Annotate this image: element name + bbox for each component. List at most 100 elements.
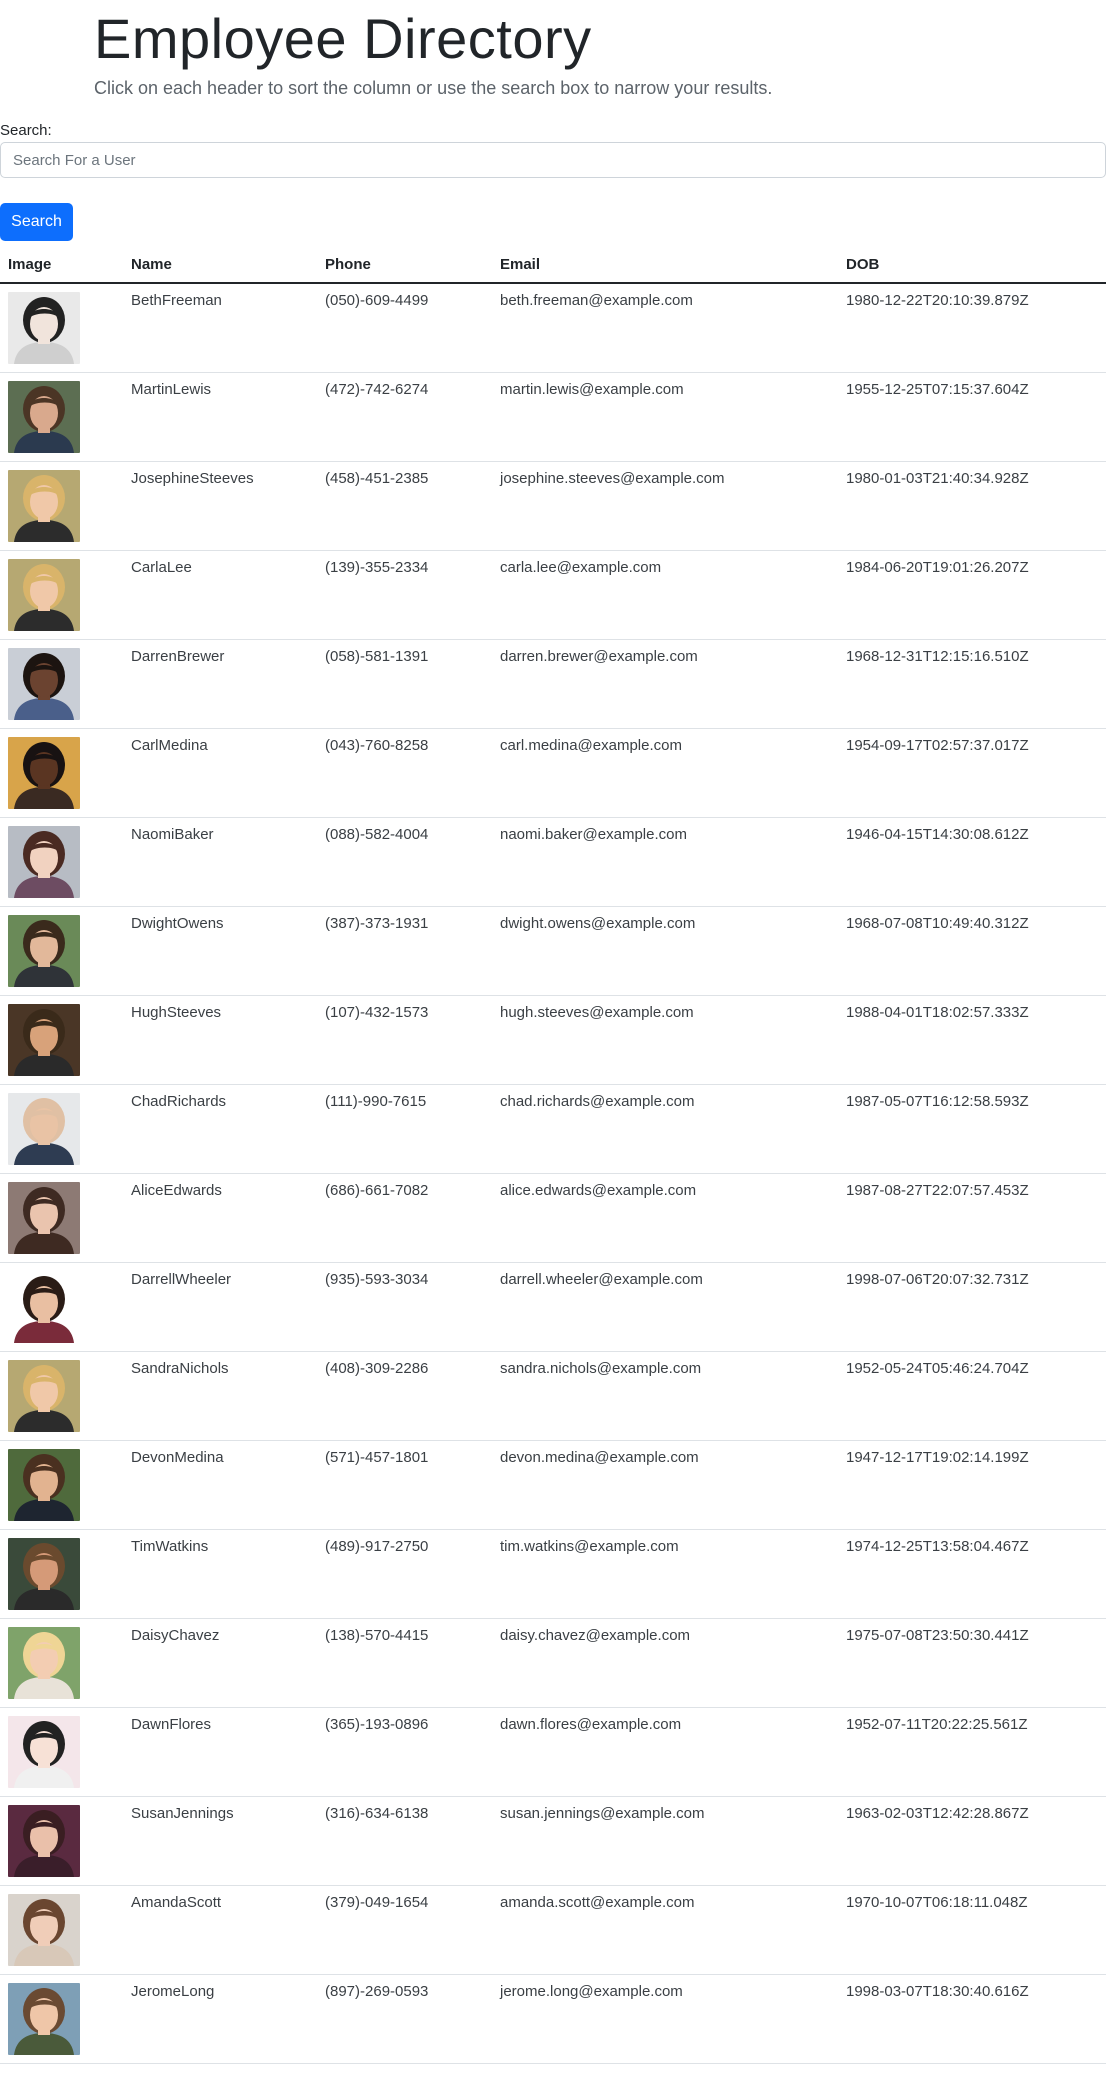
search-input[interactable] — [0, 142, 1106, 178]
avatar — [8, 648, 80, 720]
cell-name: TimWatkins — [123, 1529, 317, 1619]
cell-image — [0, 1173, 123, 1263]
cell-image — [0, 283, 123, 373]
cell-image — [0, 1796, 123, 1886]
cell-email: darrell.wheeler@example.com — [492, 1262, 838, 1352]
cell-image — [0, 1974, 123, 2064]
column-header-phone[interactable]: Phone — [317, 247, 492, 284]
column-header-image[interactable]: Image — [0, 247, 123, 284]
cell-image — [0, 461, 123, 551]
cell-email: dawn.flores@example.com — [492, 1707, 838, 1797]
cell-phone: (379)-049-1654 — [317, 1885, 492, 1975]
table-row: AmandaScott (379)-049-1654 amanda.scott@ex… — [0, 1885, 1106, 1975]
cell-name: CarlaLee — [123, 550, 317, 640]
cell-dob: 1968-07-08T10:49:40.312Z — [838, 906, 1106, 996]
cell-phone: (458)-451-2385 — [317, 461, 492, 551]
avatar — [8, 1271, 80, 1343]
search-button[interactable]: Search — [0, 203, 73, 241]
avatar — [8, 559, 80, 631]
cell-name: HughSteeves — [123, 995, 317, 1085]
cell-dob: 1988-04-01T18:02:57.333Z — [838, 995, 1106, 1085]
cell-email: susan.jennings@example.com — [492, 1796, 838, 1886]
table-row: HughSteeves (107)-432-1573 hugh.steeves@ex… — [0, 995, 1106, 1085]
cell-email: beth.freeman@example.com — [492, 283, 838, 373]
table-row: DaisyChavez (138)-570-4415 daisy.chavez@ex… — [0, 1618, 1106, 1708]
cell-dob: 1984-06-20T19:01:26.207Z — [838, 550, 1106, 640]
avatar — [8, 737, 80, 809]
cell-name: DarrenBrewer — [123, 639, 317, 729]
table-row: CarlaLee (139)-355-2334 carla.lee@example.… — [0, 550, 1106, 640]
avatar — [8, 1894, 80, 1966]
cell-name: CarlMedina — [123, 728, 317, 818]
cell-phone: (935)-593-3034 — [317, 1262, 492, 1352]
cell-image — [0, 1618, 123, 1708]
cell-image — [0, 995, 123, 1085]
search-label: Search: — [0, 122, 52, 139]
avatar — [8, 1360, 80, 1432]
table-row: MartinLewis (472)-742-6274 martin.lewis@ex… — [0, 372, 1106, 462]
avatar — [8, 1093, 80, 1165]
cell-name: ChadRichards — [123, 1084, 317, 1174]
cell-image — [0, 817, 123, 907]
table-row: ChadRichards (111)-990-7615 chad.richards@… — [0, 1084, 1106, 1174]
cell-email: tim.watkins@example.com — [492, 1529, 838, 1619]
table-body: BethFreeman (050)-609-4499 beth.freeman@ex… — [0, 283, 1106, 2064]
cell-phone: (408)-309-2286 — [317, 1351, 492, 1441]
avatar — [8, 826, 80, 898]
cell-name: SandraNichols — [123, 1351, 317, 1441]
cell-image — [0, 1262, 123, 1352]
cell-name: AliceEdwards — [123, 1173, 317, 1263]
employee-table: Image Name Phone Email DOB BethFreeman (0… — [0, 247, 1106, 2064]
cell-email: alice.edwards@example.com — [492, 1173, 838, 1263]
cell-phone: (472)-742-6274 — [317, 372, 492, 462]
cell-image — [0, 1440, 123, 1530]
cell-email: amanda.scott@example.com — [492, 1885, 838, 1975]
cell-phone: (088)-582-4004 — [317, 817, 492, 907]
cell-image — [0, 1529, 123, 1619]
cell-name: JosephineSteeves — [123, 461, 317, 551]
cell-dob: 1947-12-17T19:02:14.199Z — [838, 1440, 1106, 1530]
avatar — [8, 381, 80, 453]
avatar — [8, 1805, 80, 1877]
cell-image — [0, 1707, 123, 1797]
cell-dob: 1946-04-15T14:30:08.612Z — [838, 817, 1106, 907]
cell-dob: 1975-07-08T23:50:30.441Z — [838, 1618, 1106, 1708]
cell-phone: (387)-373-1931 — [317, 906, 492, 996]
cell-email: hugh.steeves@example.com — [492, 995, 838, 1085]
cell-image — [0, 728, 123, 818]
cell-image — [0, 1351, 123, 1441]
cell-email: chad.richards@example.com — [492, 1084, 838, 1174]
cell-dob: 1952-05-24T05:46:24.704Z — [838, 1351, 1106, 1441]
column-header-dob[interactable]: DOB — [838, 247, 1106, 284]
avatar — [8, 1627, 80, 1699]
table-row: SandraNichols (408)-309-2286 sandra.nichol… — [0, 1351, 1106, 1441]
table-row: TimWatkins (489)-917-2750 tim.watkins@exam… — [0, 1529, 1106, 1619]
cell-dob: 1970-10-07T06:18:11.048Z — [838, 1885, 1106, 1975]
cell-dob: 1980-01-03T21:40:34.928Z — [838, 461, 1106, 551]
cell-name: AmandaScott — [123, 1885, 317, 1975]
cell-email: naomi.baker@example.com — [492, 817, 838, 907]
cell-dob: 1955-12-25T07:15:37.604Z — [838, 372, 1106, 462]
cell-name: NaomiBaker — [123, 817, 317, 907]
cell-image — [0, 906, 123, 996]
page-subtitle: Click on each header to sort the column … — [94, 78, 773, 98]
cell-dob: 1968-12-31T12:15:16.510Z — [838, 639, 1106, 729]
cell-phone: (058)-581-1391 — [317, 639, 492, 729]
cell-phone: (365)-193-0896 — [317, 1707, 492, 1797]
table-row: AliceEdwards (686)-661-7082 alice.edwards@… — [0, 1173, 1106, 1263]
cell-name: JeromeLong — [123, 1974, 317, 2064]
table-row: DarrellWheeler (935)-593-3034 darrell.whee… — [0, 1262, 1106, 1352]
cell-name: DevonMedina — [123, 1440, 317, 1530]
cell-image — [0, 1084, 123, 1174]
cell-name: DawnFlores — [123, 1707, 317, 1797]
cell-dob: 1987-08-27T22:07:57.453Z — [838, 1173, 1106, 1263]
cell-name: DaisyChavez — [123, 1618, 317, 1708]
table-row: DwightOwens (387)-373-1931 dwight.owens@ex… — [0, 906, 1106, 996]
cell-email: darren.brewer@example.com — [492, 639, 838, 729]
cell-phone: (050)-609-4499 — [317, 283, 492, 373]
table-row: DawnFlores (365)-193-0896 dawn.flores@exam… — [0, 1707, 1106, 1797]
column-header-email[interactable]: Email — [492, 247, 838, 284]
cell-dob: 1998-03-07T18:30:40.616Z — [838, 1974, 1106, 2064]
column-header-name[interactable]: Name — [123, 247, 317, 284]
cell-dob: 1974-12-25T13:58:04.467Z — [838, 1529, 1106, 1619]
